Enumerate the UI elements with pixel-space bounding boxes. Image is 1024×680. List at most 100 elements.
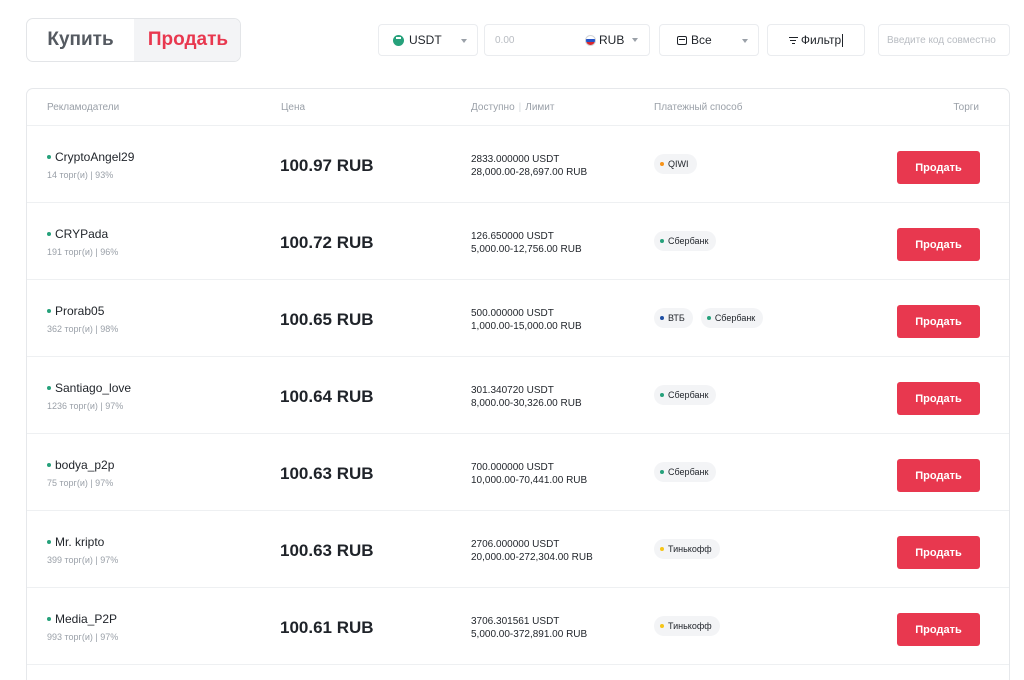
offer-available: 301.340720 USDT	[471, 385, 554, 396]
offer-available: 2706.000000 USDT	[471, 539, 560, 550]
payment-method-dot-icon	[706, 316, 711, 320]
sell-button[interactable]: Продать	[897, 459, 980, 492]
trade-side-tabs: Купить Продать	[26, 18, 241, 62]
table-row: Mr. kripto 399 торг(и) | 97% 100.63 RUB …	[27, 511, 1009, 588]
online-status-icon	[47, 309, 51, 313]
payment-method-chip: ВТБ	[654, 308, 693, 328]
sell-button[interactable]: Продать	[897, 151, 980, 184]
payment-method-chip: Сбербанк	[654, 462, 717, 482]
advertiser-stats: 362 торг(и) | 98%	[47, 324, 119, 334]
toolbar: Купить Продать USDT RUB Все Фильтр	[26, 18, 1010, 62]
table-body: CryptoAngel29 14 торг(и) | 93% 100.97 RU…	[27, 126, 1009, 665]
offer-price: 100.64 RUB	[280, 387, 374, 406]
header-available: Доступно	[471, 102, 515, 113]
payment-method-label: QIWI	[668, 159, 689, 169]
sell-button[interactable]: Продать	[897, 613, 980, 646]
payment-method-chip: Сбербанк	[654, 231, 717, 251]
text-cursor	[842, 33, 844, 47]
offer-availability: 700.000000 USDT 10,000.00-70,441.00 RUB	[471, 461, 587, 487]
offer-limit: 8,000.00-30,326.00 RUB	[471, 398, 582, 409]
advertiser-name[interactable]: Prorab05	[47, 304, 104, 318]
offers-table: Рекламодатели Цена Доступно | Лимит Платеж…	[26, 88, 1010, 680]
amount-input[interactable]	[495, 34, 575, 46]
payment-method-label: Сбербанк	[714, 313, 756, 323]
offer-availability: 126.650000 USDT 5,000.00-12,756.00 RUB	[471, 230, 582, 256]
payment-method-label: Тинькофф	[668, 621, 712, 631]
offer-price: 100.97 RUB	[280, 156, 374, 175]
online-status-icon	[47, 617, 51, 621]
fiat-select[interactable]: RUB	[585, 33, 639, 47]
payment-methods: Сбербанк	[654, 385, 717, 405]
offer-availability: 500.000000 USDT 1,000.00-15,000.00 RUB	[471, 307, 582, 333]
offer-limit: 20,000.00-272,304.00 RUB	[471, 552, 593, 563]
code-input-box	[878, 24, 1010, 56]
sell-button[interactable]: Продать	[897, 382, 980, 415]
table-row: Prorab05 362 торг(и) | 98% 100.65 RUB 50…	[27, 280, 1009, 357]
tab-buy[interactable]: Купить	[27, 19, 134, 61]
offer-available: 500.000000 USDT	[471, 308, 554, 319]
advertiser-name[interactable]: CRYPada	[47, 227, 108, 241]
offer-available: 2833.000000 USDT	[471, 154, 560, 165]
coin-select-value: USDT	[409, 33, 442, 47]
header-price: Цена	[281, 102, 306, 113]
online-status-icon	[47, 232, 51, 236]
offer-price: 100.72 RUB	[280, 233, 374, 252]
offer-availability: 2706.000000 USDT 20,000.00-272,304.00 RU…	[471, 538, 593, 564]
advertiser-name-text: Prorab05	[55, 304, 105, 318]
offer-availability: 3706.301561 USDT 5,000.00-372,891.00 RUB	[471, 615, 587, 641]
offer-price: 100.61 RUB	[280, 618, 374, 637]
advertiser-name[interactable]: Mr. kripto	[47, 535, 104, 549]
advertiser-name-text: CRYPada	[55, 227, 109, 241]
code-input[interactable]	[887, 34, 1001, 46]
payment-method-dot-icon	[660, 162, 664, 166]
payment-methods: Сбербанк	[654, 462, 717, 482]
offer-availability: 301.340720 USDT 8,000.00-30,326.00 RUB	[471, 384, 582, 410]
advertiser-name[interactable]: CryptoAngel29	[47, 150, 134, 164]
payment-method-label: Тинькофф	[668, 544, 712, 554]
payment-methods: Сбербанк	[654, 231, 717, 251]
advertiser-stats: 75 торг(и) | 97%	[47, 478, 114, 488]
russia-flag-icon	[585, 34, 596, 46]
offer-available: 126.650000 USDT	[471, 231, 554, 242]
advertiser-stats: 191 торг(и) | 96%	[47, 247, 119, 257]
filter-icon	[788, 36, 798, 44]
payment-method-dot-icon	[660, 393, 664, 397]
payment-method-label: Сбербанк	[668, 236, 709, 246]
sell-button[interactable]: Продать	[897, 228, 980, 261]
table-header: Рекламодатели Цена Доступно | Лимит Платеж…	[27, 89, 1009, 126]
table-row: CryptoAngel29 14 торг(и) | 93% 100.97 RU…	[27, 126, 1009, 203]
payment-method-select[interactable]: Все	[659, 24, 759, 56]
amount-box: RUB	[484, 24, 650, 56]
offer-limit: 10,000.00-70,441.00 RUB	[471, 475, 588, 486]
payment-methods: ВТБ Сбербанк	[654, 308, 764, 328]
payment-methods: QIWI	[654, 154, 697, 174]
payment-method-chip: Сбербанк	[700, 308, 764, 328]
advertiser-name-text: Santiago_love	[55, 381, 132, 395]
chevron-down-icon	[742, 39, 748, 43]
online-status-icon	[47, 155, 51, 159]
online-status-icon	[47, 463, 51, 467]
payment-method-dot-icon	[660, 316, 664, 320]
advertiser-name[interactable]: Media_P2P	[47, 612, 117, 626]
offer-price: 100.65 RUB	[280, 310, 374, 329]
offer-limit: 5,000.00-372,891.00 RUB	[471, 629, 588, 640]
sell-button[interactable]: Продать	[897, 536, 980, 569]
table-row: Media_P2P 993 торг(и) | 97% 100.61 RUB 3…	[27, 588, 1009, 665]
sell-button[interactable]: Продать	[897, 305, 980, 338]
payment-method-dot-icon	[660, 624, 664, 628]
chevron-down-icon	[461, 39, 467, 43]
advertiser-name[interactable]: Santiago_love	[47, 381, 131, 395]
header-separator: |	[518, 102, 522, 113]
online-status-icon	[47, 540, 51, 544]
advertiser-name-text: Mr. kripto	[55, 535, 105, 549]
payment-method-label: Сбербанк	[668, 390, 709, 400]
payment-method-value: Все	[691, 33, 712, 47]
payment-method-dot-icon	[660, 547, 664, 551]
fiat-select-value: RUB	[599, 33, 625, 47]
advertiser-name[interactable]: bodya_p2p	[47, 458, 114, 472]
tether-icon	[393, 34, 404, 46]
offer-limit: 5,000.00-12,756.00 RUB	[471, 244, 582, 255]
filter-button[interactable]: Фильтр	[767, 24, 865, 56]
tab-sell[interactable]: Продать	[134, 19, 240, 61]
coin-select[interactable]: USDT	[378, 24, 478, 56]
